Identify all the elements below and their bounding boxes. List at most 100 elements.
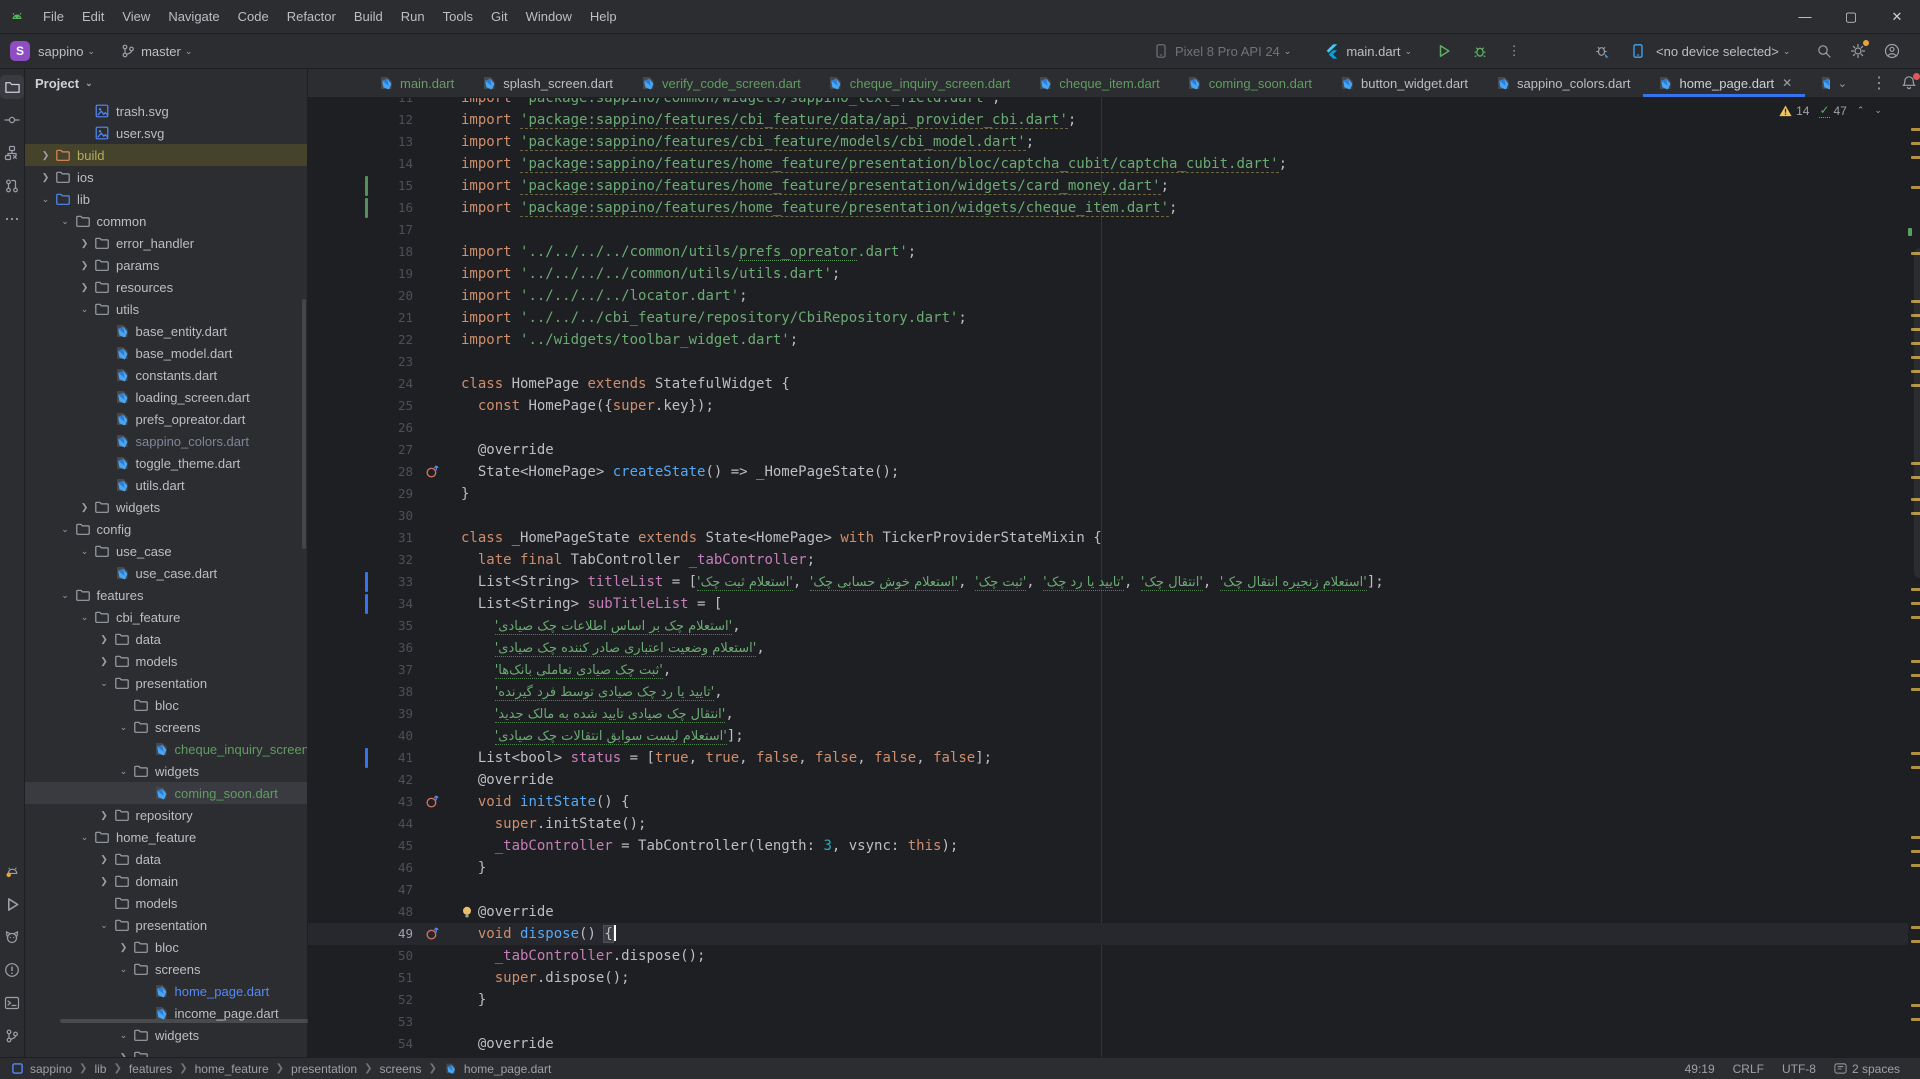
warning-stripe-mark[interactable] (1911, 128, 1920, 131)
warning-stripe-mark[interactable] (1911, 926, 1920, 929)
tree-item-base_model.dart[interactable]: base_model.dart (25, 342, 307, 364)
code-line-47[interactable]: 47 (308, 879, 1908, 901)
code-line-19[interactable]: 19import '../../../../common/utils/utils… (308, 263, 1908, 285)
code-line-17[interactable]: 17 (308, 219, 1908, 241)
more-tool-icon[interactable] (0, 207, 24, 231)
editor-content[interactable]: 14 ✓ 47 ⌃ ⌄ 11import 'package:sappino/co… (308, 98, 1920, 1057)
editor-scrollbar-thumb[interactable] (1914, 248, 1920, 578)
device-selector[interactable]: Pixel 8 Pro API 24 ⌄ (1152, 43, 1301, 60)
tree-item-sappino_colors.dart[interactable]: sappino_colors.dart (25, 430, 307, 452)
tree-vertical-scrollbar[interactable] (302, 299, 306, 549)
code-line-39[interactable]: 39 'انتقال چک صیادی تایید شده به مالک جد… (308, 703, 1908, 725)
chevron-right-icon[interactable]: ❯ (75, 260, 94, 271)
chevron-right-icon[interactable]: ❯ (75, 282, 94, 293)
tab-list-chevron-icon[interactable]: ⌄ (1838, 77, 1847, 90)
tree-item-widgets[interactable]: ⌄widgets (25, 1024, 307, 1046)
warning-stripe-mark[interactable] (1911, 588, 1920, 591)
tree-item-features[interactable]: ⌄features (25, 584, 307, 606)
chevron-right-icon[interactable]: ❯ (95, 656, 114, 667)
tree-item-loading_screen.dart[interactable]: loading_screen.dart (25, 386, 307, 408)
chevron-right-icon[interactable]: ❯ (95, 810, 114, 821)
code-line-40[interactable]: 40 'استعلام لیست سوابق انتقالات چک صیادی… (308, 725, 1908, 747)
breadcrumb-item[interactable]: screens (379, 1062, 421, 1076)
chevron-down-icon[interactable]: ⌄ (114, 766, 133, 777)
chevron-down-icon[interactable]: ⌄ (75, 546, 94, 557)
tab-button_widget.dart[interactable]: button_widget.dart (1325, 69, 1481, 97)
search-icon[interactable] (1814, 41, 1834, 61)
tab-cheque_item.dart[interactable]: cheque_item.dart (1023, 69, 1172, 97)
code-line-14[interactable]: 14import 'package:sappino/features/home_… (308, 153, 1908, 175)
warning-stripe-mark[interactable] (1911, 660, 1920, 663)
warning-stripe-mark[interactable] (1911, 156, 1920, 159)
tree-item-presentation[interactable]: ⌄presentation (25, 914, 307, 936)
code-line-50[interactable]: 50 _tabController.dispose(); (308, 945, 1908, 967)
code-line-45[interactable]: 45 _tabController = TabController(length… (308, 835, 1908, 857)
code-line-43[interactable]: 43 void initState() { (308, 791, 1908, 813)
no-device-label[interactable]: <no device selected> (1656, 44, 1779, 59)
warning-stripe-mark[interactable] (1911, 864, 1920, 867)
code-line-33[interactable]: 33 List<String> titleList = ['استعلام ثب… (308, 571, 1908, 593)
chevron-right-icon[interactable]: ❯ (36, 150, 55, 161)
code-line-30[interactable]: 30 (308, 505, 1908, 527)
menu-window[interactable]: Window (517, 0, 581, 34)
tree-item-data[interactable]: ❯data (25, 628, 307, 650)
debug-button[interactable] (1470, 41, 1490, 61)
tab-splash_screen.dart[interactable]: splash_screen.dart (467, 69, 626, 97)
warning-stripe-mark[interactable] (1911, 186, 1920, 189)
code-line-27[interactable]: 27 @override (308, 439, 1908, 461)
tree-item-clipped[interactable]: ❯ (25, 1046, 307, 1057)
pull-requests-tool-icon[interactable] (0, 174, 24, 198)
tree-item-cbi_feature[interactable]: ⌄cbi_feature (25, 606, 307, 628)
tree-item-base_entity.dart[interactable]: base_entity.dart (25, 320, 307, 342)
menu-navigate[interactable]: Navigate (159, 0, 228, 34)
tree-item-bloc[interactable]: bloc (25, 694, 307, 716)
code-line-41[interactable]: 41 List<bool> status = [true, true, fals… (308, 747, 1908, 769)
branch-switcher[interactable]: master ⌄ (119, 43, 202, 60)
tree-item-cheque_inquiry_screen.dart[interactable]: cheque_inquiry_screen.dart (25, 738, 307, 760)
tab-sappino_colors.dart[interactable]: sappino_colors.dart (1481, 69, 1643, 97)
menu-edit[interactable]: Edit (73, 0, 113, 34)
warning-stripe-mark[interactable] (1911, 1018, 1920, 1021)
breadcrumb-item[interactable]: lib (94, 1062, 106, 1076)
profile-icon[interactable] (1882, 41, 1902, 61)
tab-coming_soon.dart[interactable]: coming_soon.dart (1173, 69, 1325, 97)
chevron-down-icon[interactable]: ⌄ (36, 194, 55, 205)
breadcrumb-item[interactable]: home_feature (195, 1062, 269, 1076)
tab-home_page.dart[interactable]: home_page.dart✕ (1643, 69, 1805, 97)
tab-cheque_inquiry_screen.dart[interactable]: cheque_inquiry_screen.dart (814, 69, 1023, 97)
menu-refactor[interactable]: Refactor (278, 0, 345, 34)
code-line-38[interactable]: 38 'تایید یا رد چک صیادی توسط فرد گیرنده… (308, 681, 1908, 703)
tree-item-data[interactable]: ❯data (25, 848, 307, 870)
chevron-down-icon[interactable]: ⌄ (95, 920, 114, 931)
logcat-tool-icon[interactable] (0, 859, 24, 883)
minimize-button[interactable]: — (1782, 0, 1828, 33)
chevron-down-icon[interactable]: ⌄ (95, 678, 114, 689)
chevron-down-icon[interactable]: ⌄ (75, 612, 94, 623)
problems-tool-icon[interactable] (0, 958, 24, 982)
chevron-right-icon[interactable]: ❯ (75, 238, 94, 249)
tree-item-utils.dart[interactable]: utils.dart (25, 474, 307, 496)
flutter-attach-icon[interactable] (1592, 41, 1612, 61)
tree-item-prefs_opreator.dart[interactable]: prefs_opreator.dart (25, 408, 307, 430)
version-control-tool-icon[interactable] (0, 1024, 24, 1048)
code-line-44[interactable]: 44 super.initState(); (308, 813, 1908, 835)
chevron-down-icon[interactable]: ⌄ (114, 1030, 133, 1041)
overriding-method-icon[interactable] (425, 464, 441, 480)
tree-item-error_handler[interactable]: ❯error_handler (25, 232, 307, 254)
chevron-down-icon[interactable]: ⌄ (56, 590, 75, 601)
chevron-down-icon[interactable]: ⌄ (75, 832, 94, 843)
tree-item-models[interactable]: models (25, 892, 307, 914)
tree-item-widgets[interactable]: ❯widgets (25, 496, 307, 518)
breadcrumb-item[interactable]: presentation (291, 1062, 357, 1076)
code-line-15[interactable]: 15import 'package:sappino/features/home_… (308, 175, 1908, 197)
tab-options-icon[interactable]: ⋮ (1871, 73, 1887, 93)
commit-tool-icon[interactable] (0, 108, 24, 132)
menu-tools[interactable]: Tools (434, 0, 482, 34)
menu-run[interactable]: Run (392, 0, 434, 34)
chevron-right-icon[interactable]: ❯ (36, 172, 55, 183)
settings-gear-icon[interactable] (1848, 41, 1868, 61)
code-line-26[interactable]: 26 (308, 417, 1908, 439)
tree-item-widgets[interactable]: ⌄widgets (25, 760, 307, 782)
tree-item-lib[interactable]: ⌄lib (25, 188, 307, 210)
chevron-down-icon[interactable]: ⌄ (114, 964, 133, 975)
